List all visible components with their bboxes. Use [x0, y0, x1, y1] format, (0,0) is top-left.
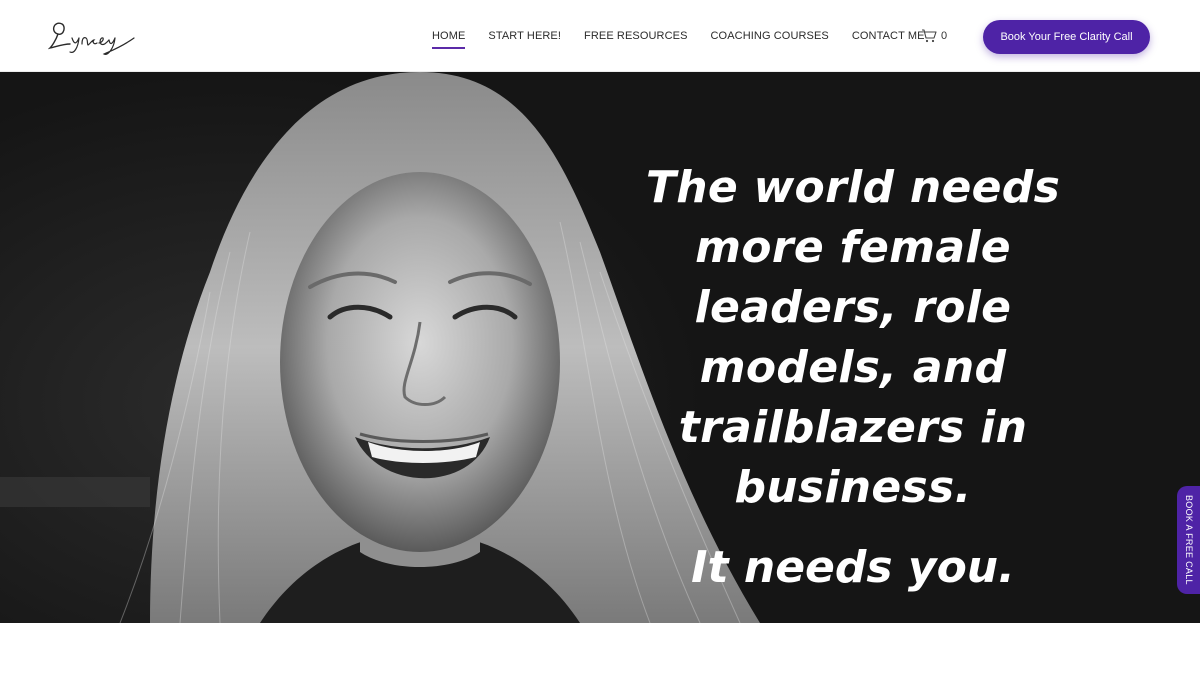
hero-section: The world needs more female leaders, rol…	[0, 72, 1200, 623]
nav-item-home[interactable]: HOME	[432, 24, 466, 49]
nav-item-contact-me[interactable]: CONTACT ME	[852, 24, 925, 48]
book-free-call-side-tab[interactable]: BOOK A FREE CALL	[1177, 486, 1200, 594]
site-header: HOME START HERE! FREE RESOURCES COACHING…	[0, 0, 1200, 72]
hero-text-block: The world needs more female leaders, rol…	[598, 158, 1108, 598]
hero-tagline: It needs you.	[691, 542, 1015, 593]
lynsey-logo[interactable]	[48, 14, 144, 58]
nav-item-coaching-courses[interactable]: COACHING COURSES	[711, 24, 829, 48]
cart-icon	[922, 29, 937, 43]
side-tab-label: BOOK A FREE CALL	[1184, 495, 1194, 585]
nav-item-start-here[interactable]: START HERE!	[488, 24, 561, 48]
cart-count: 0	[941, 30, 948, 42]
next-section-peek	[0, 623, 1200, 675]
book-clarity-call-button[interactable]: Book Your Free Clarity Call	[983, 20, 1150, 54]
cart-button[interactable]: 0	[921, 26, 947, 46]
hero-headline: The world needs more female leaders, rol…	[645, 162, 1061, 513]
nav-item-free-resources[interactable]: FREE RESOURCES	[584, 24, 687, 48]
main-nav: HOME START HERE! FREE RESOURCES COACHING…	[432, 0, 948, 72]
